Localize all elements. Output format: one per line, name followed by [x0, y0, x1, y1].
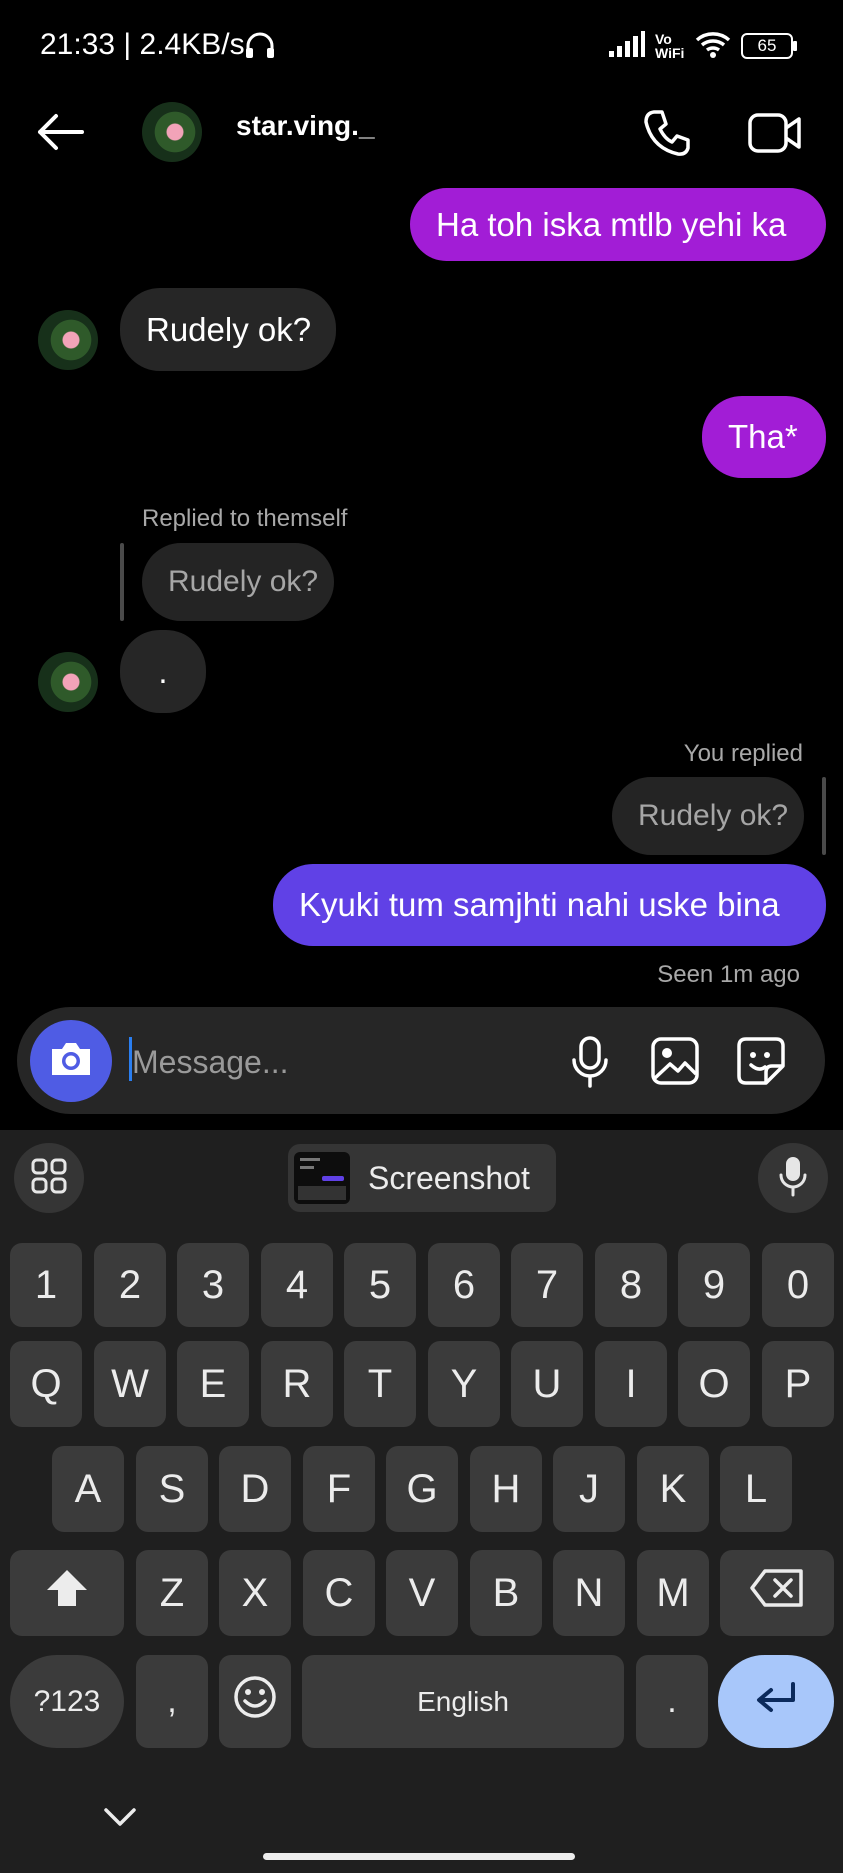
key-l[interactable]: L	[720, 1446, 792, 1532]
key-9[interactable]: 9	[678, 1243, 750, 1327]
camera-button[interactable]	[30, 1020, 112, 1102]
key-m[interactable]: M	[637, 1550, 709, 1636]
outgoing-message[interactable]: Ha toh iska mtlb yehi ka	[410, 188, 826, 261]
apps-grid-icon	[31, 1158, 67, 1199]
key-x[interactable]: X	[219, 1550, 291, 1636]
key-5[interactable]: 5	[344, 1243, 416, 1327]
key-n[interactable]: N	[553, 1550, 625, 1636]
hide-keyboard-chevron-icon[interactable]	[102, 1806, 138, 1835]
emoji-icon	[233, 1675, 277, 1729]
key-d[interactable]: D	[219, 1446, 291, 1532]
key-b[interactable]: B	[470, 1550, 542, 1636]
backspace-icon	[749, 1568, 805, 1618]
key-c[interactable]: C	[303, 1550, 375, 1636]
key-w[interactable]: W	[94, 1341, 166, 1427]
voice-input-button[interactable]	[758, 1143, 828, 1213]
reply-context-label: Replied to themself	[142, 505, 348, 532]
backspace-key[interactable]	[720, 1550, 834, 1636]
key-1[interactable]: 1	[10, 1243, 82, 1327]
video-call-icon[interactable]	[748, 111, 802, 160]
outgoing-message[interactable]: Tha*	[702, 396, 826, 478]
headphones-icon	[244, 30, 276, 65]
shift-key[interactable]	[10, 1550, 124, 1636]
key-7[interactable]: 7	[511, 1243, 583, 1327]
key-f[interactable]: F	[303, 1446, 375, 1532]
key-2[interactable]: 2	[94, 1243, 166, 1327]
key-r[interactable]: R	[261, 1341, 333, 1427]
quote-bar	[120, 543, 124, 621]
key-v[interactable]: V	[386, 1550, 458, 1636]
key-3[interactable]: 3	[177, 1243, 249, 1327]
sender-avatar[interactable]	[38, 652, 98, 712]
wifi-icon	[695, 30, 731, 63]
reply-context-label: You replied	[683, 740, 803, 767]
gesture-nav-bar[interactable]	[263, 1853, 575, 1860]
key-e[interactable]: E	[177, 1341, 249, 1427]
space-key[interactable]: English	[302, 1655, 624, 1748]
sticker-icon[interactable]	[736, 1036, 786, 1091]
symbols-key[interactable]: ?123	[10, 1655, 124, 1748]
contact-username[interactable]: star.ving._	[236, 110, 375, 142]
status-indicators: Vo WiFi 65	[609, 26, 797, 66]
incoming-message[interactable]: .	[120, 630, 206, 713]
key-6[interactable]: 6	[428, 1243, 500, 1327]
screenshot-thumbnail	[294, 1152, 350, 1204]
contact-avatar[interactable]	[142, 102, 202, 162]
key-8[interactable]: 8	[595, 1243, 667, 1327]
key-k[interactable]: K	[637, 1446, 709, 1532]
key-0[interactable]: 0	[762, 1243, 834, 1327]
incoming-message[interactable]: Rudely ok?	[120, 288, 336, 371]
suggestion-label: Screenshot	[368, 1160, 530, 1196]
outgoing-message[interactable]: Kyuki tum samjhti nahi uske bina	[273, 864, 826, 946]
sender-avatar[interactable]	[38, 310, 98, 370]
status-time: 21:33 | 2.4KB/s	[40, 28, 245, 61]
key-q[interactable]: Q	[10, 1341, 82, 1427]
key-u[interactable]: U	[511, 1341, 583, 1427]
key-o[interactable]: O	[678, 1341, 750, 1427]
seen-status: Seen 1m ago	[657, 961, 800, 988]
keyboard-menu-button[interactable]	[14, 1143, 84, 1213]
key-p[interactable]: P	[762, 1341, 834, 1427]
enter-icon	[753, 1679, 799, 1724]
enter-key[interactable]	[718, 1655, 834, 1748]
key-t[interactable]: T	[344, 1341, 416, 1427]
quoted-message[interactable]: Rudely ok?	[142, 543, 334, 621]
key-a[interactable]: A	[52, 1446, 124, 1532]
back-arrow-icon[interactable]	[34, 112, 84, 157]
quoted-message[interactable]: Rudely ok?	[612, 777, 804, 855]
vowifi-label: Vo WiFi	[655, 31, 685, 61]
camera-icon	[48, 1039, 94, 1084]
key-s[interactable]: S	[136, 1446, 208, 1532]
key-i[interactable]: I	[595, 1341, 667, 1427]
emoji-key[interactable]	[219, 1655, 291, 1748]
signal-icon	[609, 30, 645, 62]
clipboard-suggestion[interactable]: Screenshot	[288, 1144, 556, 1212]
period-key[interactable]: .	[636, 1655, 708, 1748]
key-g[interactable]: G	[386, 1446, 458, 1532]
comma-key[interactable]: ,	[136, 1655, 208, 1748]
key-j[interactable]: J	[553, 1446, 625, 1532]
gallery-icon[interactable]	[650, 1036, 700, 1091]
message-input[interactable]	[130, 1032, 534, 1092]
key-z[interactable]: Z	[136, 1550, 208, 1636]
quote-bar	[822, 777, 826, 855]
shift-icon	[45, 1568, 89, 1618]
microphone-icon[interactable]	[570, 1036, 610, 1093]
battery-indicator: 65	[741, 33, 797, 59]
key-y[interactable]: Y	[428, 1341, 500, 1427]
key-h[interactable]: H	[470, 1446, 542, 1532]
phone-icon[interactable]	[642, 108, 692, 163]
key-4[interactable]: 4	[261, 1243, 333, 1327]
microphone-icon	[778, 1155, 808, 1202]
